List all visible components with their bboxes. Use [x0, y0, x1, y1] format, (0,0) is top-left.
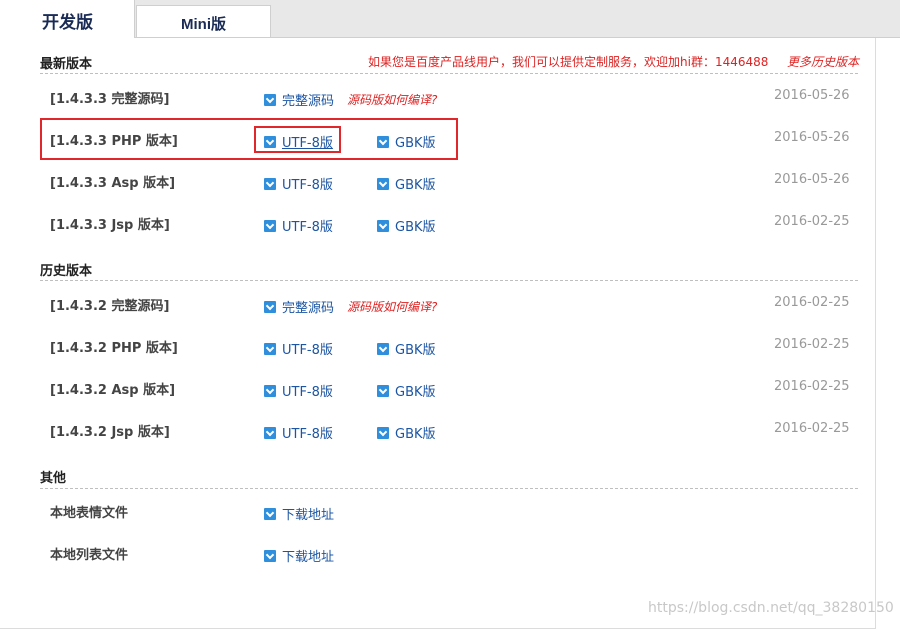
table-row: 本地表情文件 下载地址 — [0, 502, 875, 532]
section-title-other: 其他 — [40, 471, 67, 486]
highlight-box — [40, 118, 458, 160]
link-label: UTF-8版 — [282, 385, 333, 400]
resource-label: 本地列表文件 — [50, 548, 129, 563]
version-label: [1.4.3.3 Jsp 版本] — [50, 218, 170, 233]
link-label: 下载地址 — [282, 550, 335, 565]
download-gbk-link[interactable]: GBK版 — [377, 216, 436, 235]
section-title-history: 历史版本 — [40, 264, 93, 279]
compile-help-link[interactable]: 源码版如何编译? — [347, 91, 437, 108]
download-icon — [264, 507, 276, 520]
link-label: GBK版 — [395, 427, 436, 442]
version-label: [1.4.3.2 Jsp 版本] — [50, 425, 170, 440]
table-row: [1.4.3.3 Jsp 版本] UTF-8版 GBK版 2016-02-25 — [0, 214, 875, 244]
link-label: UTF-8版 — [282, 220, 333, 235]
download-gbk-link[interactable]: GBK版 — [377, 174, 436, 193]
download-gbk-link[interactable]: GBK版 — [377, 339, 436, 358]
download-full-source-link[interactable]: 完整源码 — [264, 90, 334, 109]
release-date: 2016-05-26 — [774, 88, 850, 103]
download-utf8-link[interactable]: UTF-8版 — [264, 339, 333, 358]
download-utf8-link[interactable]: UTF-8版 — [264, 216, 333, 235]
link-label: GBK版 — [395, 385, 436, 400]
link-label: GBK版 — [395, 343, 436, 358]
version-label: [1.4.3.2 PHP 版本] — [50, 341, 178, 356]
download-icon — [264, 93, 276, 106]
table-row: [1.4.3.3 完整源码] 完整源码 源码版如何编译? 2016-05-26 — [0, 88, 875, 118]
download-gbk-link[interactable]: GBK版 — [377, 423, 436, 442]
download-icon — [377, 219, 389, 232]
link-label: UTF-8版 — [282, 178, 333, 193]
version-label: [1.4.3.2 完整源码] — [50, 299, 170, 314]
download-utf8-link[interactable]: UTF-8版 — [264, 381, 333, 400]
download-icon — [264, 549, 276, 562]
release-date: 2016-02-25 — [774, 337, 850, 352]
table-row: [1.4.3.2 完整源码] 完整源码 源码版如何编译? 2016-02-25 — [0, 295, 875, 325]
resource-label: 本地表情文件 — [50, 506, 129, 521]
version-label: [1.4.3.2 Asp 版本] — [50, 383, 176, 398]
download-icon — [264, 300, 276, 313]
section-divider — [40, 73, 858, 74]
link-label: 完整源码 — [282, 94, 335, 109]
release-date: 2016-05-26 — [774, 172, 850, 187]
download-gbk-link[interactable]: GBK版 — [377, 381, 436, 400]
download-icon — [264, 384, 276, 397]
download-utf8-link[interactable]: UTF-8版 — [264, 174, 333, 193]
table-row: [1.4.3.2 PHP 版本] UTF-8版 GBK版 2016-02-25 — [0, 337, 875, 367]
version-label: [1.4.3.3 Asp 版本] — [50, 176, 176, 191]
download-icon — [377, 384, 389, 397]
more-history-link[interactable]: 更多历史版本 — [787, 53, 859, 70]
link-label: UTF-8版 — [282, 427, 333, 442]
tab-strip: 开发版 Mini版 — [0, 0, 900, 38]
download-icon — [264, 426, 276, 439]
release-date: 2016-05-26 — [774, 130, 850, 145]
download-icon — [377, 342, 389, 355]
table-row: [1.4.3.2 Asp 版本] UTF-8版 GBK版 2016-02-25 — [0, 379, 875, 409]
download-icon — [264, 177, 276, 190]
section-divider — [40, 488, 858, 489]
tab-mini-version[interactable]: Mini版 — [136, 5, 271, 37]
download-icon — [264, 342, 276, 355]
link-label: 下载地址 — [282, 508, 335, 523]
watermark: https://blog.csdn.net/qq_38280150 — [648, 600, 894, 616]
custom-service-notice: 如果您是百度产品线用户，我们可以提供定制服务，欢迎加hi群：1446488 — [368, 55, 769, 69]
table-row: [1.4.3.2 Jsp 版本] UTF-8版 GBK版 2016-02-25 — [0, 421, 875, 451]
highlight-box-utf8 — [254, 126, 341, 153]
table-row: [1.4.3.3 Asp 版本] UTF-8版 GBK版 2016-05-26 — [0, 172, 875, 202]
download-icon — [264, 219, 276, 232]
table-row: 本地列表文件 下载地址 — [0, 544, 875, 574]
download-emoji-files-link[interactable]: 下载地址 — [264, 504, 334, 523]
download-icon — [377, 426, 389, 439]
release-date: 2016-02-25 — [774, 214, 850, 229]
release-date: 2016-02-25 — [774, 421, 850, 436]
release-date: 2016-02-25 — [774, 379, 850, 394]
download-list-files-link[interactable]: 下载地址 — [264, 546, 334, 565]
section-divider — [40, 280, 858, 281]
download-utf8-link[interactable]: UTF-8版 — [264, 423, 333, 442]
section-title-latest: 最新版本 — [40, 57, 93, 72]
link-label: GBK版 — [395, 178, 436, 193]
download-icon — [377, 177, 389, 190]
link-label: GBK版 — [395, 220, 436, 235]
release-date: 2016-02-25 — [774, 295, 850, 310]
link-label: UTF-8版 — [282, 343, 333, 358]
download-full-source-link[interactable]: 完整源码 — [264, 297, 334, 316]
tab-dev-version[interactable]: 开发版 — [0, 0, 135, 38]
link-label: 完整源码 — [282, 301, 335, 316]
compile-help-link[interactable]: 源码版如何编译? — [347, 298, 437, 315]
version-label: [1.4.3.3 完整源码] — [50, 92, 170, 107]
